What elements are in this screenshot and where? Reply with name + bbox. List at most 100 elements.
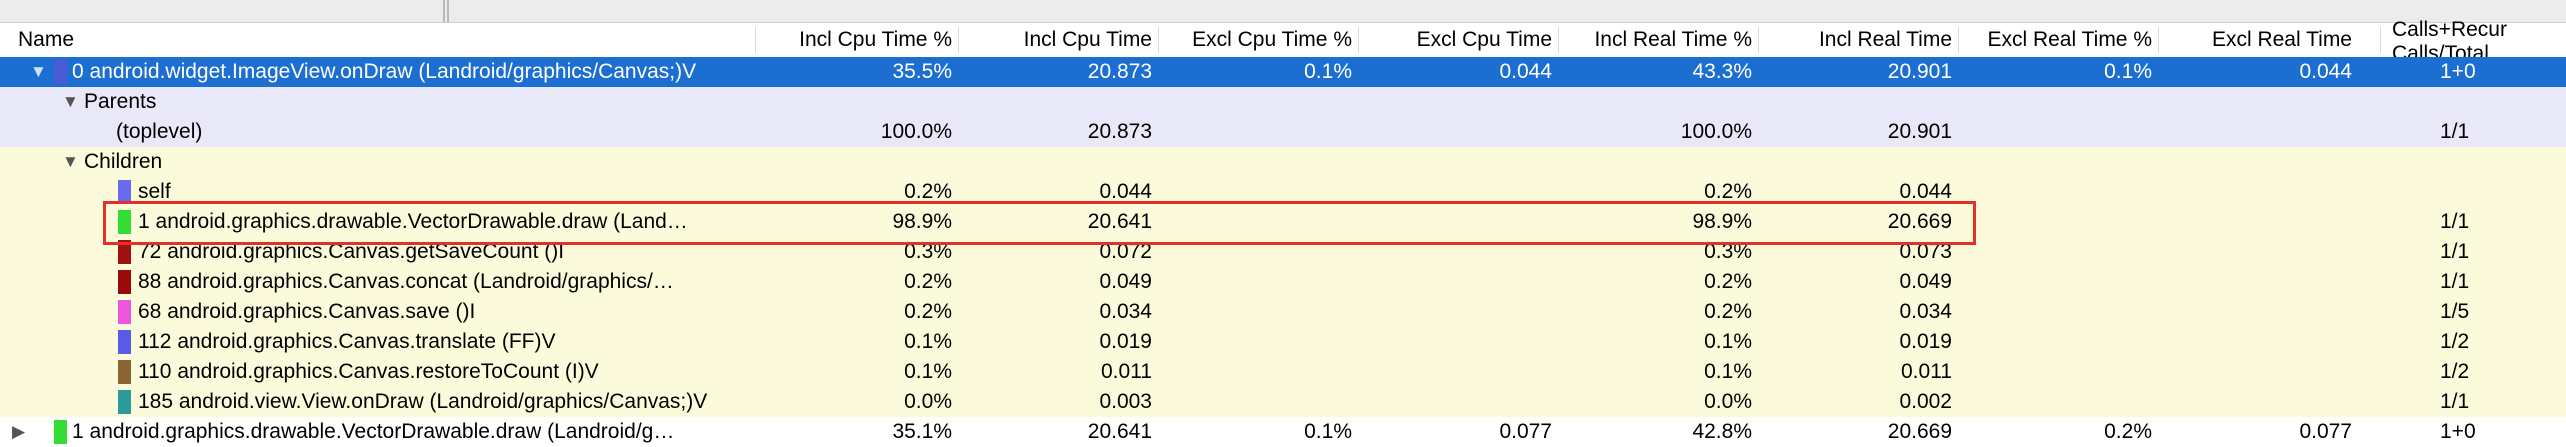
incl-cpu-pct-value: 0.1% bbox=[904, 360, 952, 383]
column-header-incl-real-pct[interactable]: Incl Real Time % bbox=[1562, 23, 1752, 57]
incl-real-value: 0.073 bbox=[1899, 240, 1952, 263]
incl-cpu-pct-value: 98.9% bbox=[892, 210, 952, 233]
method-name: 72 android.graphics.Canvas.getSaveCount … bbox=[138, 240, 565, 263]
incl-real-value: 20.669 bbox=[1887, 420, 1952, 443]
child-row-restoretocount[interactable]: 110 android.graphics.Canvas.restoreToCou… bbox=[0, 357, 2566, 387]
column-header-incl-cpu-pct[interactable]: Incl Cpu Time % bbox=[760, 23, 952, 57]
incl-cpu-pct-value: 0.0% bbox=[904, 390, 952, 413]
calls-value: 1/1 bbox=[2440, 120, 2470, 143]
incl-real-pct-value: 0.2% bbox=[1704, 270, 1752, 293]
method-color-swatch bbox=[118, 300, 131, 324]
incl-real-pct-value: 0.3% bbox=[1704, 240, 1752, 263]
incl-cpu-value: 20.641 bbox=[1087, 420, 1152, 443]
calls-value: 1+0 bbox=[2440, 420, 2476, 443]
column-header-incl-cpu[interactable]: Incl Cpu Time bbox=[962, 23, 1152, 57]
children-expand-triangle-icon[interactable]: ▼ bbox=[62, 147, 79, 177]
incl-real-value: 0.019 bbox=[1899, 330, 1952, 353]
child-row-getsavecount[interactable]: 72 android.graphics.Canvas.getSaveCount … bbox=[0, 237, 2566, 267]
column-header-excl-cpu[interactable]: Excl Cpu Time bbox=[1362, 23, 1552, 57]
pane-splitter[interactable] bbox=[443, 0, 445, 22]
column-header-incl-real[interactable]: Incl Real Time bbox=[1762, 23, 1952, 57]
incl-real-value: 0.044 bbox=[1899, 180, 1952, 203]
incl-real-pct-value: 42.8% bbox=[1692, 420, 1752, 443]
incl-real-value: 20.901 bbox=[1887, 60, 1952, 83]
incl-real-value: 0.011 bbox=[1901, 360, 1952, 383]
excl-cpu-value: 0.077 bbox=[1499, 420, 1552, 443]
incl-real-value: 20.669 bbox=[1887, 210, 1952, 233]
excl-real-value: 0.077 bbox=[2299, 420, 2352, 443]
expand-triangle-icon[interactable]: ▶ bbox=[12, 417, 25, 447]
column-header-excl-real[interactable]: Excl Real Time bbox=[2162, 23, 2352, 57]
incl-cpu-value: 20.873 bbox=[1087, 120, 1152, 143]
incl-cpu-value: 0.072 bbox=[1099, 240, 1152, 263]
method-name: (toplevel) bbox=[116, 120, 203, 143]
column-header-excl-cpu-pct[interactable]: Excl Cpu Time % bbox=[1162, 23, 1352, 57]
incl-cpu-pct-value: 0.2% bbox=[904, 300, 952, 323]
method-name: 1 android.graphics.drawable.VectorDrawab… bbox=[138, 210, 688, 233]
incl-real-pct-value: 0.2% bbox=[1704, 180, 1752, 203]
parents-group-row[interactable]: ▼ Parents bbox=[0, 87, 2566, 117]
method-name: 1 android.graphics.drawable.VectorDrawab… bbox=[72, 420, 675, 443]
calls-value: 1/1 bbox=[2440, 240, 2470, 263]
incl-real-value: 0.049 bbox=[1899, 270, 1952, 293]
calls-value: 1+0 bbox=[2440, 60, 2476, 83]
pane-splitter-edge bbox=[447, 0, 449, 22]
incl-cpu-value: 0.049 bbox=[1099, 270, 1152, 293]
child-row-view-ondraw[interactable]: 185 android.view.View.onDraw (Landroid/g… bbox=[0, 387, 2566, 417]
child-row-translate[interactable]: 112 android.graphics.Canvas.translate (F… bbox=[0, 327, 2566, 357]
collapse-triangle-icon[interactable]: ▼ bbox=[30, 57, 47, 87]
incl-cpu-value: 20.641 bbox=[1087, 210, 1152, 233]
excl-real-pct-value: 0.1% bbox=[2104, 60, 2152, 83]
method-color-swatch bbox=[54, 60, 67, 84]
calls-value: 1/2 bbox=[2440, 330, 2470, 353]
calls-value: 1/1 bbox=[2440, 390, 2470, 413]
excl-cpu-pct-value: 0.1% bbox=[1304, 60, 1352, 83]
child-row-concat[interactable]: 88 android.graphics.Canvas.concat (Landr… bbox=[0, 267, 2566, 297]
method-color-swatch bbox=[118, 240, 131, 264]
excl-real-pct-value: 0.2% bbox=[2104, 420, 2152, 443]
column-header-excl-real-pct[interactable]: Excl Real Time % bbox=[1962, 23, 2152, 57]
child-row-save[interactable]: 68 android.graphics.Canvas.save ()I 0.2%… bbox=[0, 297, 2566, 327]
method-name: 110 android.graphics.Canvas.restoreToCou… bbox=[138, 360, 599, 383]
incl-cpu-pct-value: 35.1% bbox=[892, 420, 952, 443]
method-row-next[interactable]: ▶ 1 android.graphics.drawable.VectorDraw… bbox=[0, 417, 2566, 447]
incl-cpu-value: 0.011 bbox=[1101, 360, 1152, 383]
children-group-row[interactable]: ▼ Children bbox=[0, 147, 2566, 177]
parents-label: Parents bbox=[84, 90, 157, 113]
parent-row-toplevel[interactable]: (toplevel) 100.0% 20.873 100.0% 20.901 1… bbox=[0, 117, 2566, 147]
parents-expand-triangle-icon[interactable]: ▼ bbox=[62, 87, 79, 117]
incl-real-pct-value: 43.3% bbox=[1692, 60, 1752, 83]
column-header-calls-line1: Calls+Recur bbox=[2392, 18, 2507, 41]
incl-cpu-value: 0.034 bbox=[1099, 300, 1152, 323]
method-name: 112 android.graphics.Canvas.translate (F… bbox=[138, 330, 556, 353]
incl-real-pct-value: 98.9% bbox=[1692, 210, 1752, 233]
incl-cpu-pct-value: 35.5% bbox=[892, 60, 952, 83]
method-name: 68 android.graphics.Canvas.save ()I bbox=[138, 300, 476, 323]
incl-cpu-pct-value: 0.2% bbox=[904, 270, 952, 293]
method-color-swatch bbox=[118, 330, 131, 354]
child-row-self[interactable]: self 0.2% 0.044 0.2% 0.044 bbox=[0, 177, 2566, 207]
calls-value: 1/5 bbox=[2440, 300, 2470, 323]
incl-real-value: 0.034 bbox=[1899, 300, 1952, 323]
incl-real-pct-value: 0.1% bbox=[1704, 360, 1752, 383]
excl-real-value: 0.044 bbox=[2299, 60, 2352, 83]
method-color-swatch bbox=[54, 420, 67, 444]
incl-cpu-pct-value: 0.2% bbox=[904, 180, 952, 203]
column-header-name[interactable]: Name bbox=[0, 23, 758, 57]
incl-cpu-pct-value: 0.1% bbox=[904, 330, 952, 353]
incl-cpu-pct-value: 100.0% bbox=[880, 120, 952, 143]
method-row-selected[interactable]: ▼ 0 android.widget.ImageView.onDraw (Lan… bbox=[0, 57, 2566, 87]
profile-table-header: Name Incl Cpu Time % Incl Cpu Time Excl … bbox=[0, 19, 2566, 65]
method-name: 0 android.widget.ImageView.onDraw (Landr… bbox=[72, 60, 697, 83]
method-name: self bbox=[138, 180, 171, 203]
incl-cpu-value: 20.873 bbox=[1087, 60, 1152, 83]
excl-cpu-pct-value: 0.1% bbox=[1304, 420, 1352, 443]
incl-cpu-pct-value: 0.3% bbox=[904, 240, 952, 263]
incl-real-value: 0.002 bbox=[1899, 390, 1952, 413]
child-row-vectordrawable[interactable]: 1 android.graphics.drawable.VectorDrawab… bbox=[0, 207, 2566, 237]
method-color-swatch bbox=[118, 270, 131, 294]
incl-real-pct-value: 100.0% bbox=[1680, 120, 1752, 143]
method-color-swatch bbox=[118, 360, 131, 384]
incl-real-pct-value: 0.0% bbox=[1704, 390, 1752, 413]
calls-value: 1/1 bbox=[2440, 210, 2470, 233]
